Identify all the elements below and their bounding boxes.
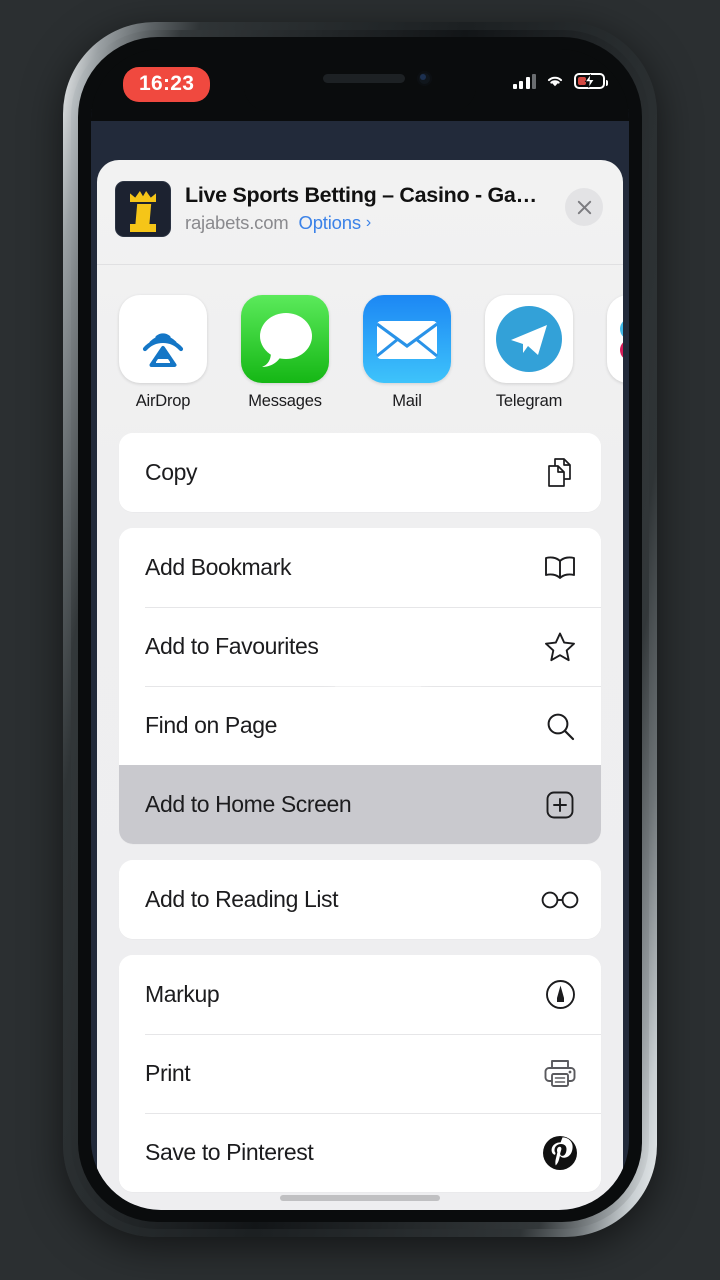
plus-square-icon [541, 786, 579, 824]
front-camera-icon [417, 71, 432, 86]
telegram-icon [485, 295, 573, 383]
airdrop-icon [119, 295, 207, 383]
glasses-icon [541, 881, 579, 919]
wifi-icon [547, 76, 563, 87]
page-url: rajabets.com [185, 212, 289, 233]
action-row-markup[interactable]: Markup [119, 955, 601, 1034]
share-app-label: Telegram [495, 392, 563, 410]
share-app-airdrop[interactable]: AirDrop [119, 295, 207, 411]
messages-icon [241, 295, 329, 383]
share-app-messages[interactable]: Messages [241, 295, 329, 411]
search-icon [541, 707, 579, 745]
action-label: Find on Page [145, 712, 278, 738]
pinterest-icon [541, 1134, 579, 1172]
status-bar: 16:23 [91, 49, 629, 121]
battery-charging-icon [574, 73, 608, 89]
share-sheet: Live Sports Betting – Casino - Gambli...… [97, 160, 623, 1210]
action-group: Add to Reading List [119, 860, 601, 939]
action-group: Add Bookmark Add to Favourites Find on P… [119, 528, 601, 844]
share-target-info: Live Sports Betting – Casino - Gambli...… [185, 178, 551, 264]
phone-screen: 16:23 Live Sports Betting – Casino - Gam… [91, 49, 629, 1210]
action-label: Save to Pinterest [145, 1139, 314, 1165]
close-icon [577, 200, 591, 214]
action-row-add-to-home-screen[interactable]: Add to Home Screen [119, 765, 601, 844]
action-row-add-bookmark[interactable]: Add Bookmark [119, 528, 601, 607]
action-row-copy[interactable]: Copy [119, 433, 601, 512]
screenshot-root: 16:23 Live Sports Betting – Casino - Gam… [0, 0, 720, 1280]
share-apps-row: AirDrop Messages Mail Telegram [97, 265, 623, 433]
action-label: Add to Favourites [145, 633, 319, 659]
partial-app-icon [607, 295, 623, 383]
action-label: Add to Home Screen [145, 791, 352, 817]
action-row-print[interactable]: Print [119, 1034, 601, 1113]
book-icon [541, 549, 579, 587]
earpiece-speaker [323, 74, 405, 83]
page-title: Live Sports Betting – Casino - Gambli... [185, 183, 551, 207]
action-label: Add to Reading List [145, 886, 339, 912]
action-row-save-to-pinterest[interactable]: Save to Pinterest [119, 1113, 601, 1192]
rajabets-crown-favicon [115, 181, 171, 237]
share-action-list: Copy Add Bookmark Add to Favourites Find… [97, 433, 623, 1210]
cellular-bars-icon [512, 73, 536, 89]
printer-icon [541, 1055, 579, 1093]
copy-icon [541, 454, 579, 492]
share-sheet-header: Live Sports Betting – Casino - Gambli...… [97, 160, 623, 265]
options-button[interactable]: Options [299, 212, 362, 234]
action-row-find-on-page[interactable]: Find on Page [119, 686, 601, 765]
page-subtitle-row: rajabets.com Options › [185, 212, 551, 234]
action-group: Markup Print Save to Pinterest [119, 955, 601, 1192]
share-app-label: Mail [392, 392, 422, 410]
status-indicators [512, 73, 608, 89]
share-app-label: AirDrop [135, 392, 191, 410]
chevron-right-icon: › [365, 214, 372, 231]
share-app-label: Messages [248, 392, 322, 410]
close-button[interactable] [565, 188, 603, 226]
action-group: Copy [119, 433, 601, 512]
markup-pen-icon [541, 976, 579, 1014]
action-label: Markup [145, 981, 220, 1007]
action-label: Copy [145, 459, 198, 485]
action-row-add-to-favourites[interactable]: Add to Favourites [119, 607, 601, 686]
home-indicator[interactable] [280, 1195, 440, 1201]
action-label: Print [145, 1060, 191, 1086]
share-app-partial[interactable] [607, 295, 623, 411]
share-app-mail[interactable]: Mail [363, 295, 451, 411]
action-label: Add Bookmark [145, 554, 292, 580]
mail-icon [363, 295, 451, 383]
edit-actions-button[interactable]: Edit Actions... [119, 1208, 601, 1210]
share-app-telegram[interactable]: Telegram [485, 295, 573, 411]
action-row-add-to-reading-list[interactable]: Add to Reading List [119, 860, 601, 939]
status-time-recording-pill: 16:23 [123, 67, 211, 102]
star-icon [541, 628, 579, 666]
